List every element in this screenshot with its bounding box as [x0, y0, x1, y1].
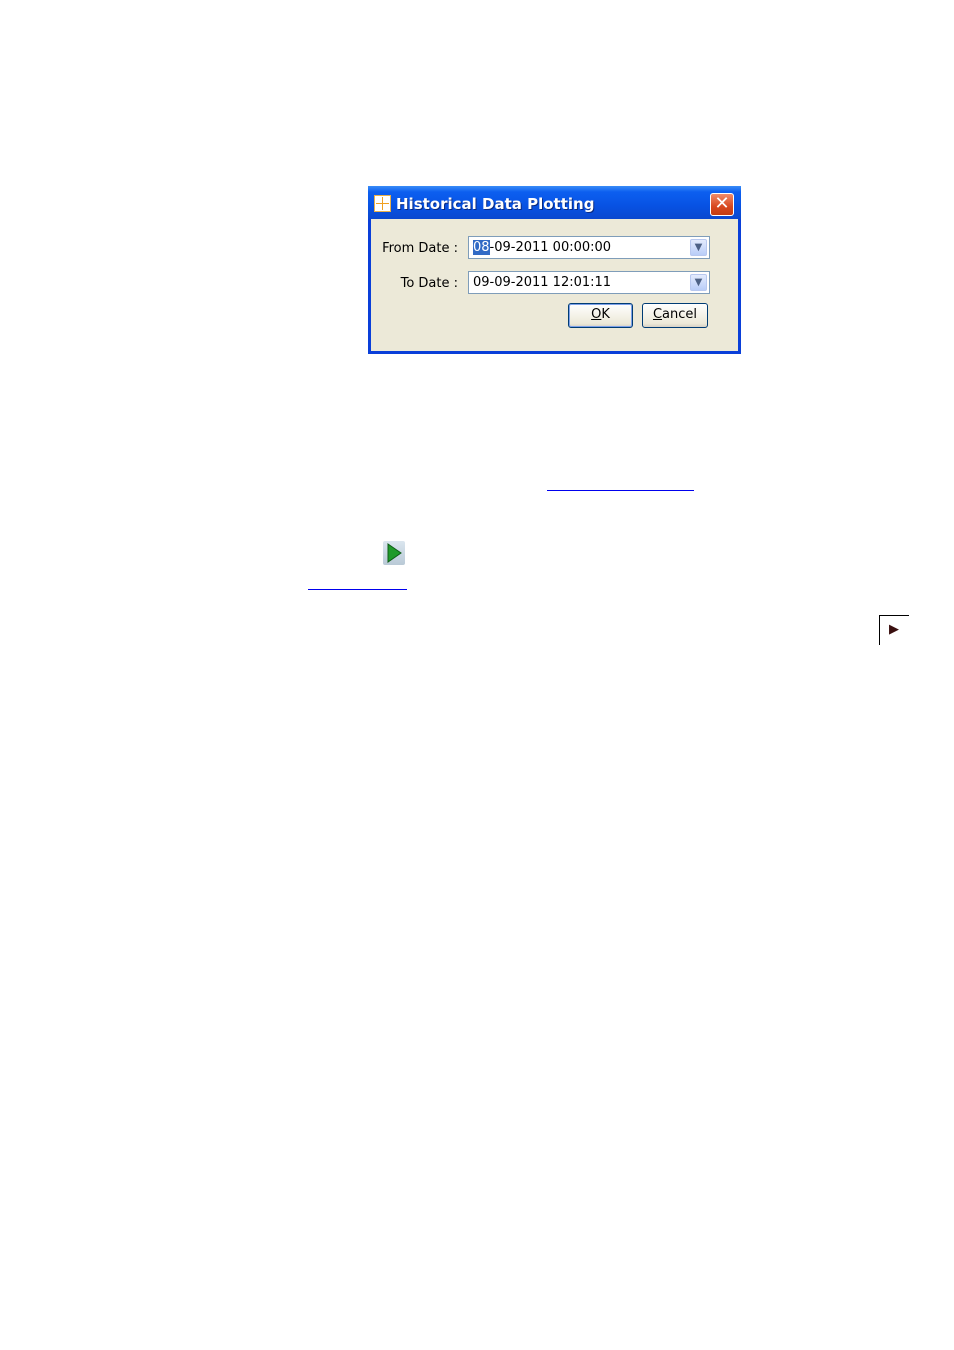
from-date-value[interactable]: 08-09-2011 00:00:00: [473, 240, 611, 255]
from-date-selected-segment: 08: [473, 240, 490, 255]
from-date-picker[interactable]: 08-09-2011 00:00:00 ▼: [468, 236, 710, 259]
hyperlink-underline-2[interactable]: [308, 589, 407, 590]
to-date-label: To Date :: [400, 276, 458, 291]
ok-accelerator: O: [591, 307, 602, 322]
cancel-label-rest: ancel: [662, 307, 698, 322]
ok-button[interactable]: OK: [568, 303, 633, 328]
from-date-dropdown-icon[interactable]: ▼: [690, 239, 707, 256]
to-date-picker[interactable]: 09-09-2011 12:01:11 ▼: [468, 271, 710, 294]
app-icon: [374, 195, 391, 212]
play-triangle-icon: [387, 543, 402, 563]
next-page-marker[interactable]: ▶: [879, 615, 909, 645]
right-arrow-icon: ▶: [889, 622, 899, 637]
from-date-rest: -09-2011 00:00:00: [489, 240, 612, 255]
close-button[interactable]: ✕: [710, 193, 734, 216]
historical-data-plotting-dialog: Historical Data Plotting ✕ From Date : 0…: [368, 186, 741, 354]
cancel-button[interactable]: Cancel: [642, 303, 708, 328]
ok-label-rest: K: [601, 307, 610, 322]
cancel-accelerator: C: [652, 307, 663, 322]
to-date-value[interactable]: 09-09-2011 12:01:11: [473, 275, 611, 290]
from-date-label: From Date :: [382, 241, 458, 256]
play-icon[interactable]: [383, 541, 405, 565]
hyperlink-underline-1[interactable]: [547, 490, 694, 491]
to-date-dropdown-icon[interactable]: ▼: [690, 274, 707, 291]
title-bar[interactable]: Historical Data Plotting ✕: [368, 186, 741, 219]
dialog-title: Historical Data Plotting: [396, 195, 595, 213]
